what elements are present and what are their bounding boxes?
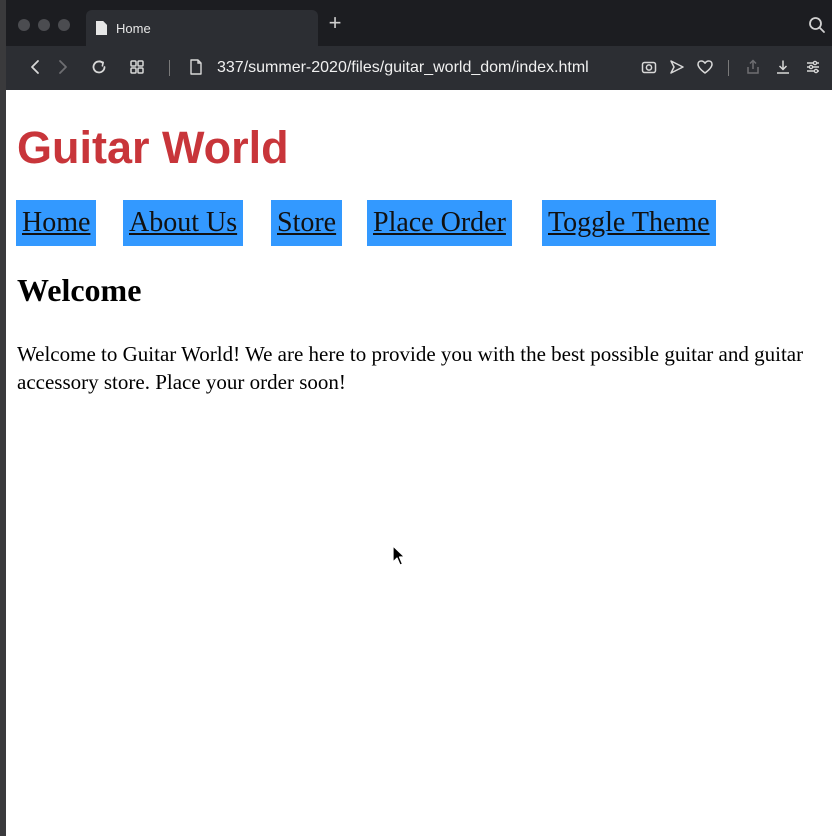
browser-window: Home + 337/summer-2020/files/guitar_worl… — [0, 0, 832, 836]
address-toolbar: 337/summer-2020/files/guitar_world_dom/i… — [6, 46, 832, 90]
tab-bar: Home + — [6, 0, 832, 46]
share-icon[interactable] — [744, 58, 762, 76]
welcome-paragraph: Welcome to Guitar World! We are here to … — [17, 342, 804, 394]
tab-home[interactable]: Home — [86, 10, 318, 46]
nav-link-toggle-theme[interactable]: Toggle Theme — [542, 200, 716, 246]
send-icon[interactable] — [668, 58, 686, 76]
page-content: Guitar World Home About Us Store Place O… — [6, 90, 832, 836]
toolbar-separator — [169, 60, 170, 76]
search-icon[interactable] — [808, 16, 826, 34]
page-icon — [96, 21, 107, 35]
heart-icon[interactable] — [696, 58, 714, 76]
nav-link-about-us[interactable]: About Us — [123, 200, 244, 246]
welcome-heading: Welcome — [17, 272, 142, 308]
nav-link-store[interactable]: Store — [271, 200, 343, 246]
forward-icon[interactable] — [54, 58, 72, 76]
menu-icon[interactable] — [804, 58, 822, 76]
minimize-window-button[interactable] — [38, 19, 50, 31]
address-bar-url[interactable]: 337/summer-2020/files/guitar_world_dom/i… — [217, 46, 589, 90]
site-title: Guitar World — [17, 122, 289, 173]
tab-title: Home — [116, 21, 151, 36]
zoom-window-button[interactable] — [58, 19, 70, 31]
camera-icon[interactable] — [640, 58, 658, 76]
download-icon[interactable] — [774, 58, 792, 76]
reload-icon[interactable] — [90, 58, 108, 76]
nav-link-place-order[interactable]: Place Order — [367, 200, 512, 246]
tabs-grid-icon[interactable] — [128, 58, 146, 76]
new-tab-button[interactable]: + — [324, 10, 346, 36]
nav-link-home[interactable]: Home — [16, 200, 97, 246]
mouse-cursor-icon — [392, 545, 406, 566]
back-icon[interactable] — [26, 58, 44, 76]
page-icon — [187, 58, 205, 76]
toolbar-separator — [728, 60, 729, 76]
close-window-button[interactable] — [18, 19, 30, 31]
